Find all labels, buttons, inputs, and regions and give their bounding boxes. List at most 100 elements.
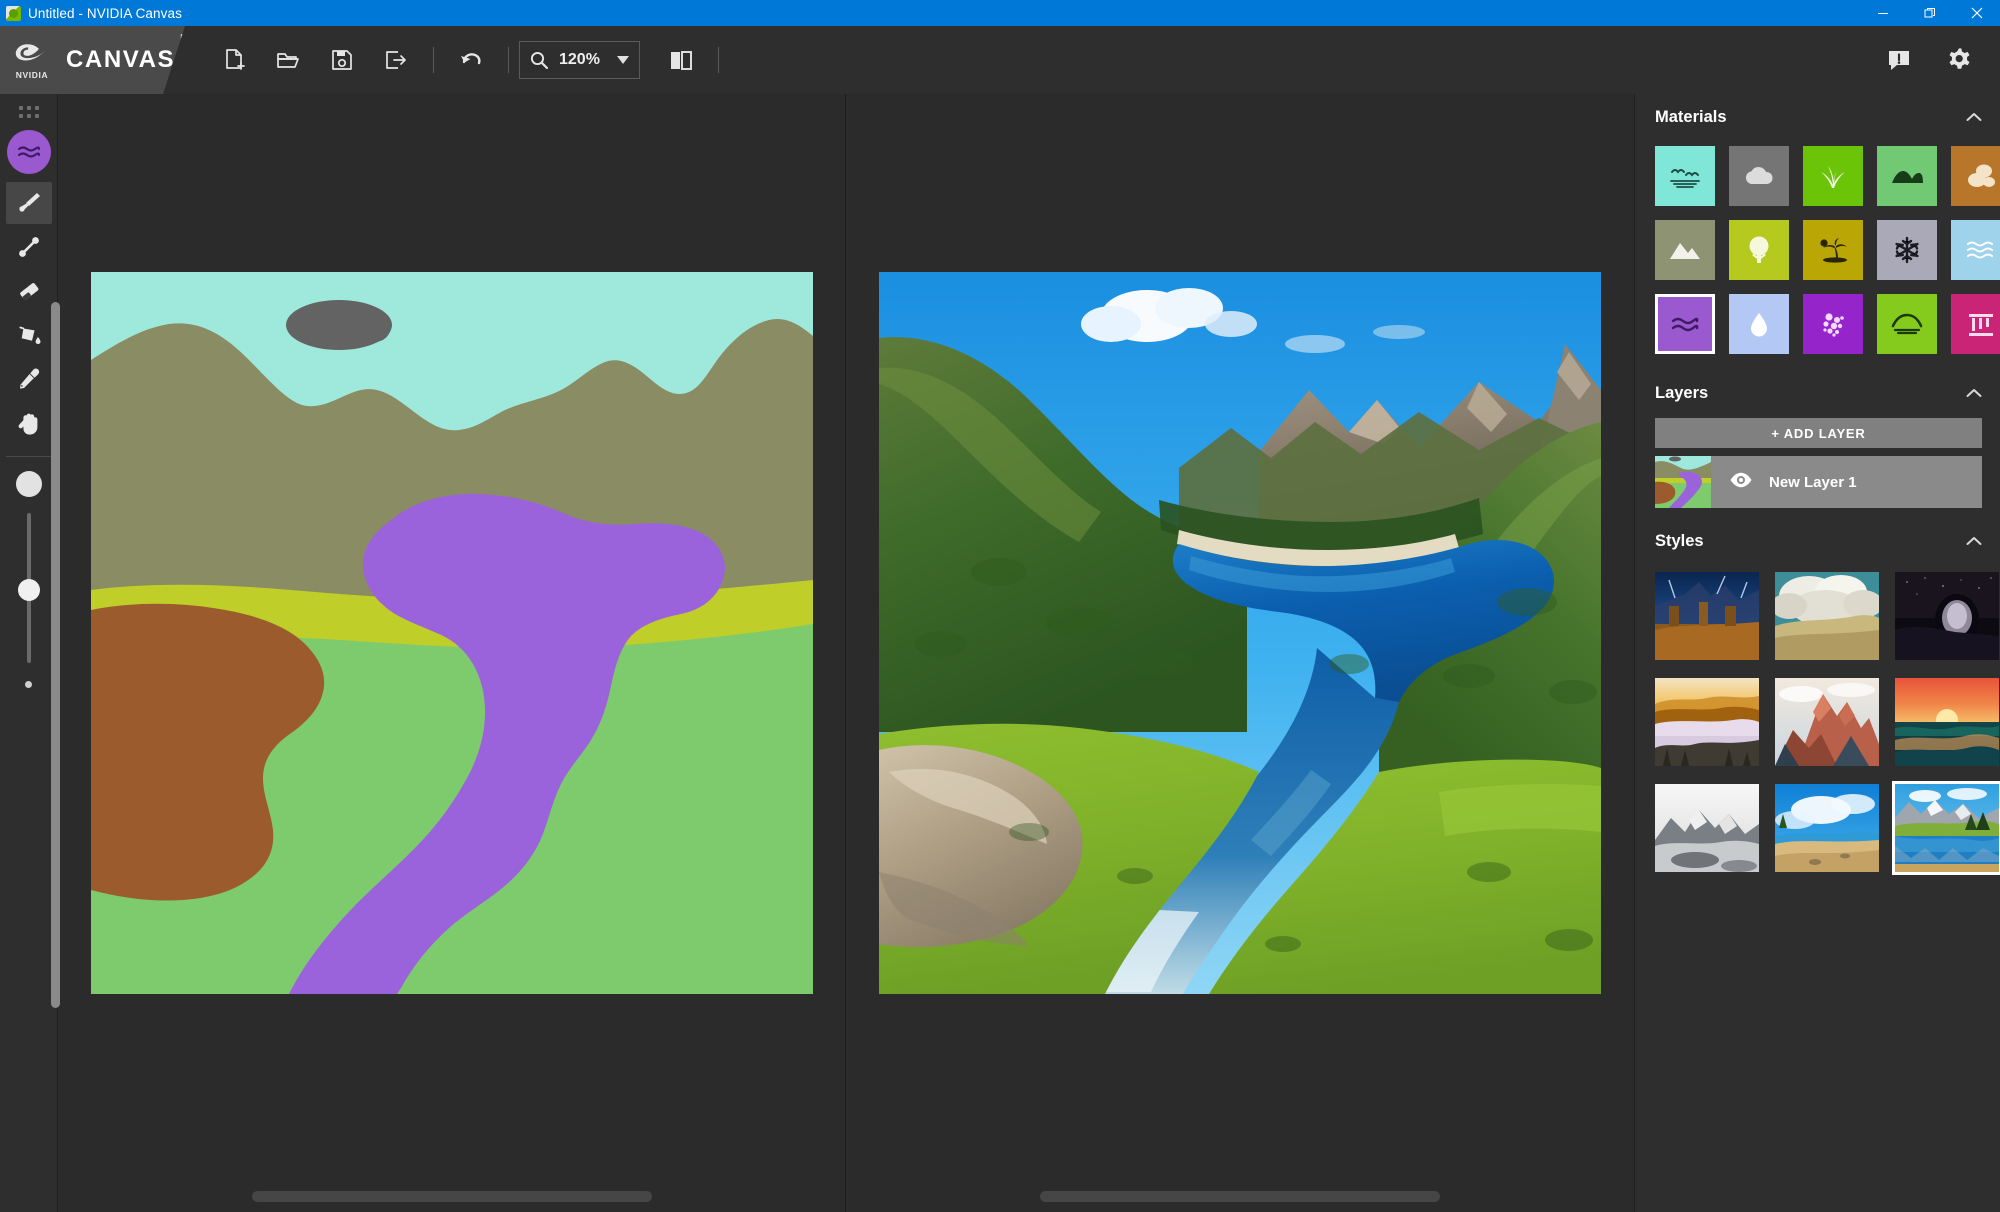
generated-image[interactable] xyxy=(879,272,1601,994)
export-button[interactable] xyxy=(373,37,419,83)
layer-row[interactable]: New Layer 1 xyxy=(1655,456,1982,508)
right-panel: Materials Layers + ADD LAYER New Layer 1… xyxy=(1634,94,2000,1212)
toolbar-right-group xyxy=(1872,37,1986,83)
toolbar-separator-2 xyxy=(508,47,509,73)
close-button[interactable] xyxy=(1953,0,2000,26)
sand-rocks-icon xyxy=(1968,164,1995,187)
zoom-control[interactable]: 120% xyxy=(519,41,640,79)
layers-section-header[interactable]: Layers xyxy=(1635,370,2000,416)
generated-pane[interactable] xyxy=(846,94,1634,1212)
caret-down-icon[interactable] xyxy=(617,56,629,64)
brand-block: NVIDIA CANVAS BETA xyxy=(0,26,185,94)
tree-icon xyxy=(1749,236,1769,263)
material-sky[interactable] xyxy=(1655,146,1715,206)
materials-title: Materials xyxy=(1655,107,1727,126)
material-desert[interactable] xyxy=(1803,220,1863,280)
add-layer-button[interactable]: + ADD LAYER xyxy=(1655,418,1982,448)
minimize-button[interactable] xyxy=(1859,0,1906,26)
paint-bucket-icon xyxy=(18,326,40,345)
brush-size-slider[interactable] xyxy=(17,513,40,663)
material-bush[interactable] xyxy=(1877,146,1937,206)
chevron-up-icon[interactable] xyxy=(1966,536,1982,546)
drag-handle-icon[interactable] xyxy=(16,102,42,122)
segmentation-pane[interactable] xyxy=(58,94,846,1212)
segmentation-artboard[interactable] xyxy=(90,272,813,994)
style-thumb-alpine-lake xyxy=(1895,784,1999,872)
style-alpine-lake[interactable] xyxy=(1892,781,2000,875)
open-file-button[interactable] xyxy=(265,37,311,83)
brush-min-size-indicator xyxy=(25,681,32,688)
undo-arrow-icon xyxy=(461,53,481,65)
material-sand[interactable] xyxy=(1951,146,2000,206)
chevron-up-icon[interactable] xyxy=(1966,388,1982,398)
hill-arch-icon xyxy=(1891,313,1923,335)
material-tree[interactable] xyxy=(1729,220,1789,280)
feedback-button[interactable] xyxy=(1876,37,1922,83)
brush-tool[interactable] xyxy=(5,182,52,224)
water-waves-icon xyxy=(17,146,40,158)
style-ocean-sunset[interactable] xyxy=(1895,678,1999,766)
style-thumb-night-cave xyxy=(1895,572,1999,660)
settings-button[interactable] xyxy=(1936,37,1982,83)
layer-name: New Layer 1 xyxy=(1769,473,1857,491)
style-blue-shore[interactable] xyxy=(1775,784,1879,872)
eraser-icon xyxy=(19,283,38,301)
material-mountain[interactable] xyxy=(1655,220,1715,280)
material-ruins[interactable] xyxy=(1951,294,2000,354)
material-snow[interactable] xyxy=(1877,220,1937,280)
mountain-icon xyxy=(1670,243,1700,259)
restore-button[interactable] xyxy=(1906,0,1953,26)
eyedropper-tool[interactable] xyxy=(6,358,52,400)
segmentation-hscrollbar[interactable] xyxy=(251,1191,652,1202)
line-tool[interactable] xyxy=(6,226,52,268)
segmentation-vscrollbar[interactable] xyxy=(51,302,60,1008)
cloud-icon xyxy=(1745,167,1773,184)
material-water[interactable] xyxy=(1655,294,1715,354)
material-flowers[interactable] xyxy=(1803,294,1863,354)
layer-visibility-toggle[interactable] xyxy=(1729,472,1753,493)
styles-section-header[interactable]: Styles xyxy=(1635,518,2000,564)
style-night-cave[interactable] xyxy=(1895,572,1999,660)
style-thumb-golden-fog xyxy=(1655,678,1759,766)
materials-section-header[interactable]: Materials xyxy=(1635,94,2000,140)
style-desert-storm[interactable] xyxy=(1655,572,1759,660)
tool-rail xyxy=(0,94,58,1212)
style-golden-fog[interactable] xyxy=(1655,678,1759,766)
export-icon xyxy=(386,51,406,69)
pan-tool[interactable] xyxy=(6,402,52,444)
fill-tool[interactable] xyxy=(6,314,52,356)
window-title: Untitled - NVIDIA Canvas xyxy=(28,5,182,21)
style-cloud-canyon[interactable] xyxy=(1775,572,1879,660)
material-fog[interactable] xyxy=(1729,294,1789,354)
segmentation-thumbnail xyxy=(1655,456,1711,508)
style-monochrome[interactable] xyxy=(1655,784,1759,872)
undo-button[interactable] xyxy=(448,37,494,83)
new-file-button[interactable] xyxy=(211,37,257,83)
material-grass[interactable] xyxy=(1803,146,1863,206)
segmentation-map[interactable] xyxy=(90,272,813,994)
brush-size-preview xyxy=(15,471,42,497)
bush-hill-icon xyxy=(1892,171,1923,183)
generated-artboard[interactable] xyxy=(879,272,1601,994)
save-button[interactable] xyxy=(319,37,365,83)
layers-title: Layers xyxy=(1655,383,1709,402)
style-red-peak[interactable] xyxy=(1775,678,1879,766)
material-hill[interactable] xyxy=(1877,294,1937,354)
chevron-up-icon[interactable] xyxy=(1966,112,1982,122)
material-cloud[interactable] xyxy=(1729,146,1789,206)
material-sea[interactable] xyxy=(1951,220,2000,280)
feedback-icon xyxy=(1889,51,1909,70)
generated-hscrollbar[interactable] xyxy=(1040,1191,1440,1202)
open-folder-icon xyxy=(277,53,299,68)
canvas-area xyxy=(51,94,1634,1212)
flowers-icon xyxy=(1823,313,1844,337)
main-toolbar: NVIDIA CANVAS BETA 120% xyxy=(0,26,2000,94)
compare-view-button[interactable] xyxy=(658,37,704,83)
styles-grid xyxy=(1635,564,2000,890)
nvidia-wordmark: NVIDIA xyxy=(15,70,49,80)
magnifier-icon xyxy=(530,51,549,70)
toolbar-separator xyxy=(433,47,434,73)
active-material-swatch[interactable] xyxy=(6,130,51,174)
slider-knob[interactable] xyxy=(17,579,40,601)
eraser-tool[interactable] xyxy=(6,270,52,312)
